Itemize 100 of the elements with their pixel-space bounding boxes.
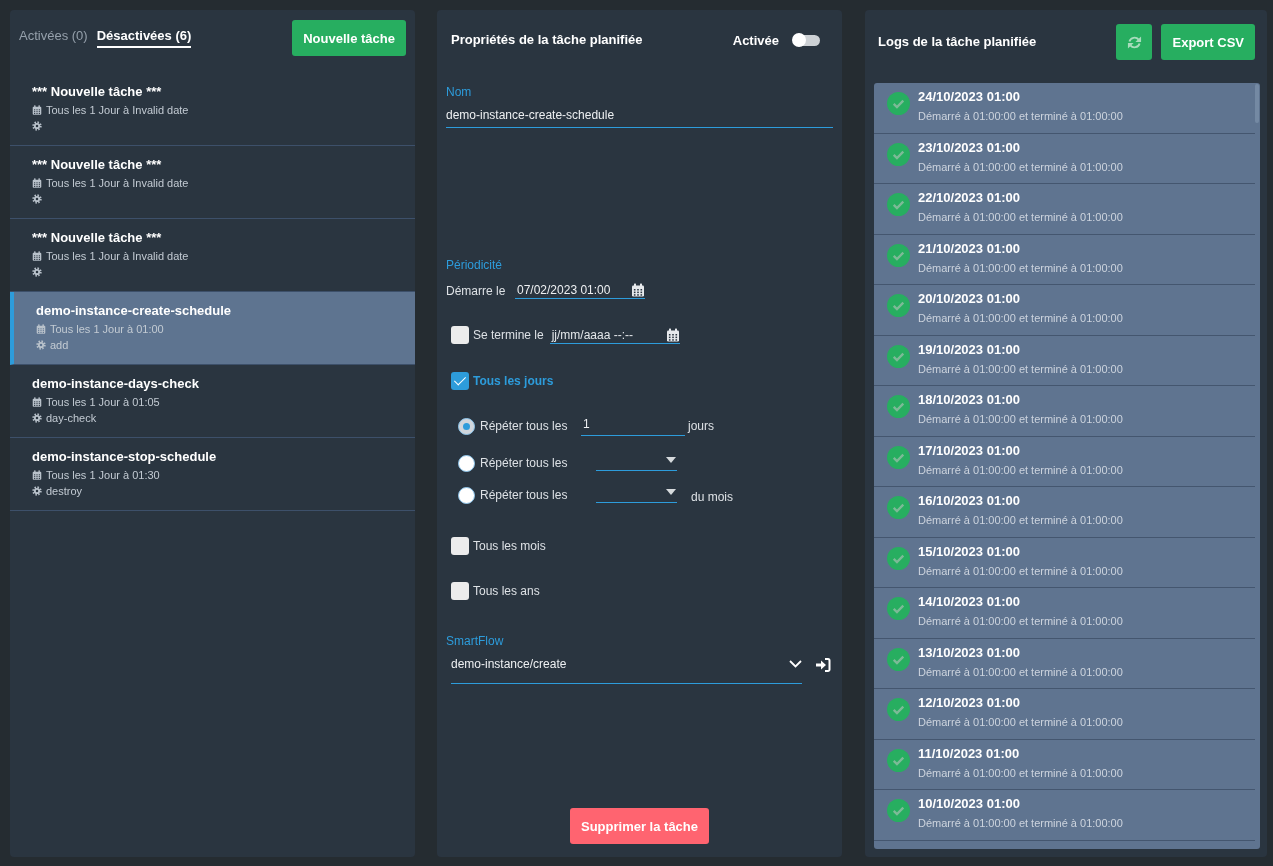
task-item[interactable]: demo-instance-stop-schedule Tous les 1 Jour à 01:30 destroy: [10, 438, 415, 511]
smartflow-dropdown[interactable]: demo-instance/create: [451, 656, 802, 684]
task-schedule: Tous les 1 Jour à 01:05: [46, 396, 160, 408]
log-date: 22/10/2023 01:00: [918, 190, 1020, 206]
checkbox-label: Tous les jours: [473, 374, 554, 388]
sign-in-icon[interactable]: [815, 657, 831, 673]
log-date: 16/10/2023 01:00: [918, 493, 1020, 509]
task-item[interactable]: demo-instance-create-schedule Tous les 1 Jour à 01:00 add: [10, 292, 415, 365]
field-label: SmartFlow: [446, 634, 504, 648]
log-date: 11/10/2023 01:00: [918, 745, 1020, 762]
log-detail: Démarré à 01:00:00 et terminé à 01:00:00: [918, 614, 1123, 628]
log-date: 12/10/2023 01:00: [918, 695, 1020, 711]
task-item[interactable]: demo-instance-days-check Tous les 1 Jour à 01:05 day-check: [10, 365, 415, 438]
gear-icon: [32, 266, 42, 277]
suffix-label: jours: [688, 419, 714, 433]
task-title: demo-instance-stop-schedule: [32, 448, 217, 465]
checkbox-label: Se termine le: [473, 328, 544, 342]
log-detail: Démarré à 01:00:00 et terminé à 01:00:00: [918, 361, 1123, 376]
radio-label: Répéter tous les: [480, 456, 569, 470]
log-detail: Démarré à 01:00:00 et terminé à 01:00:00: [918, 462, 1123, 477]
tab[interactable]: Activées (0): [19, 28, 88, 48]
radio-button[interactable]: [458, 454, 475, 472]
log-date: 10/10/2023 01:00: [918, 796, 1020, 812]
log-detail: Démarré à 01:00:00 et terminé à 01:00:00: [918, 513, 1123, 527]
date-field[interactable]: 07/02/2023 01:00: [515, 282, 645, 299]
task-schedule: Tous les 1 Jour à 01:00: [50, 323, 164, 335]
tab[interactable]: Désactivées (6): [96, 28, 192, 48]
log-detail: Démarré à 01:00:00 et terminé à 01:00:00: [918, 260, 1123, 275]
gear-icon: [32, 485, 42, 496]
log-detail: Démarré à 01:00:00 et terminé à 01:00:00: [918, 816, 1123, 830]
task-title: *** Nouvelle tâche ***: [32, 83, 162, 100]
log-detail: Démarré à 01:00:00 et terminé à 01:00:00: [918, 412, 1123, 426]
task-item[interactable]: *** Nouvelle tâche *** Tous les 1 Jour à Invalid date: [10, 73, 415, 146]
gear-icon: [36, 339, 46, 350]
log-detail: Démarré à 01:00:00 et terminé à 01:00:00: [918, 664, 1123, 679]
calendar-icon: [32, 470, 42, 480]
toggle-switch[interactable]: [792, 33, 820, 47]
log-detail: Démarré à 01:00:00 et terminé à 01:00:00: [918, 715, 1123, 729]
radio-label: Répéter tous les: [480, 488, 569, 502]
name-field[interactable]: demo-instance-create-schedule: [446, 107, 833, 128]
checkbox-label: Tous les mois: [473, 539, 546, 553]
checkbox[interactable]: [451, 582, 469, 600]
dropdown[interactable]: [596, 487, 677, 503]
calendar-icon: [32, 105, 42, 115]
task-action: day-check: [46, 411, 97, 424]
refresh-icon: [1127, 34, 1142, 50]
task-action: add: [50, 338, 69, 351]
log-detail: Démarré à 01:00:00 et terminé à 01:00:00: [918, 311, 1123, 325]
task-schedule: Tous les 1 Jour à 01:30: [46, 469, 160, 481]
gear-icon: [32, 412, 42, 423]
task-title: *** Nouvelle tâche ***: [32, 156, 162, 173]
field-label: Nom: [446, 85, 472, 99]
task-schedule: Tous les 1 Jour à Invalid date: [46, 177, 189, 189]
calendar-icon: [32, 178, 42, 188]
log-detail: Démarré à 01:00:00 et terminé à 01:00:00: [918, 109, 1123, 123]
log-date: 15/10/2023 01:00: [918, 543, 1020, 560]
log-date: 19/10/2023 01:00: [918, 341, 1020, 358]
log-date: 20/10/2023 01:00: [918, 291, 1020, 307]
calendar-icon: [32, 397, 42, 407]
radio-button[interactable]: [458, 417, 475, 435]
checkbox[interactable]: [451, 372, 469, 390]
log-detail: Démarré à 01:00:00 et terminé à 01:00:00: [918, 159, 1123, 174]
caret-down-icon: [666, 489, 676, 495]
date-field[interactable]: jj/mm/aaaa --:--: [549, 326, 680, 344]
suffix-label: du mois: [691, 490, 734, 504]
scrollbar-thumb[interactable]: [1255, 84, 1259, 123]
radio-button[interactable]: [458, 486, 475, 504]
log-date: 24/10/2023 01:00: [918, 89, 1020, 105]
log-detail: Démarré à 01:00:00 et terminé à 01:00:00: [918, 765, 1123, 780]
calendar-icon: [32, 251, 42, 261]
task-item[interactable]: *** Nouvelle tâche *** Tous les 1 Jour à Invalid date: [10, 146, 415, 219]
panel-title: Propriétés de la tâche planifiée: [451, 31, 644, 49]
log-date: 17/10/2023 01:00: [918, 442, 1020, 459]
gear-icon: [32, 193, 42, 204]
task-title: demo-instance-create-schedule: [36, 302, 232, 319]
log-date: 14/10/2023 01:00: [918, 594, 1020, 610]
checkbox-label: Tous les ans: [473, 584, 540, 598]
dropdown[interactable]: [596, 455, 677, 471]
refresh-button[interactable]: [1116, 24, 1153, 60]
log-date: 21/10/2023 01:00: [918, 240, 1020, 257]
checkbox[interactable]: [451, 326, 469, 344]
log-detail: Démarré à 01:00:00 et terminé à 01:00:00: [918, 210, 1123, 224]
task-schedule: Tous les 1 Jour à Invalid date: [46, 104, 189, 116]
checkbox[interactable]: [451, 537, 469, 555]
task-action: destroy: [46, 484, 83, 497]
field-label: Périodicité: [446, 258, 503, 272]
calendar-icon: [665, 327, 680, 342]
task-title: *** Nouvelle tâche ***: [32, 229, 162, 246]
toggle-label: Activée: [732, 32, 779, 48]
gear-icon: [32, 120, 42, 131]
task-title: demo-instance-days-check: [32, 375, 199, 392]
log-date: 23/10/2023 01:00: [918, 139, 1020, 156]
panel-title: Logs de la tâche planifiée: [878, 33, 1038, 51]
log-date: 13/10/2023 01:00: [918, 644, 1020, 661]
radio-label: Répéter tous les: [480, 419, 569, 433]
chevron-down-icon: [789, 660, 802, 668]
start-label: Démarre le: [446, 283, 507, 298]
log-date: 18/10/2023 01:00: [918, 392, 1020, 408]
number-field[interactable]: 1: [581, 416, 685, 436]
task-schedule: Tous les 1 Jour à Invalid date: [46, 250, 189, 262]
